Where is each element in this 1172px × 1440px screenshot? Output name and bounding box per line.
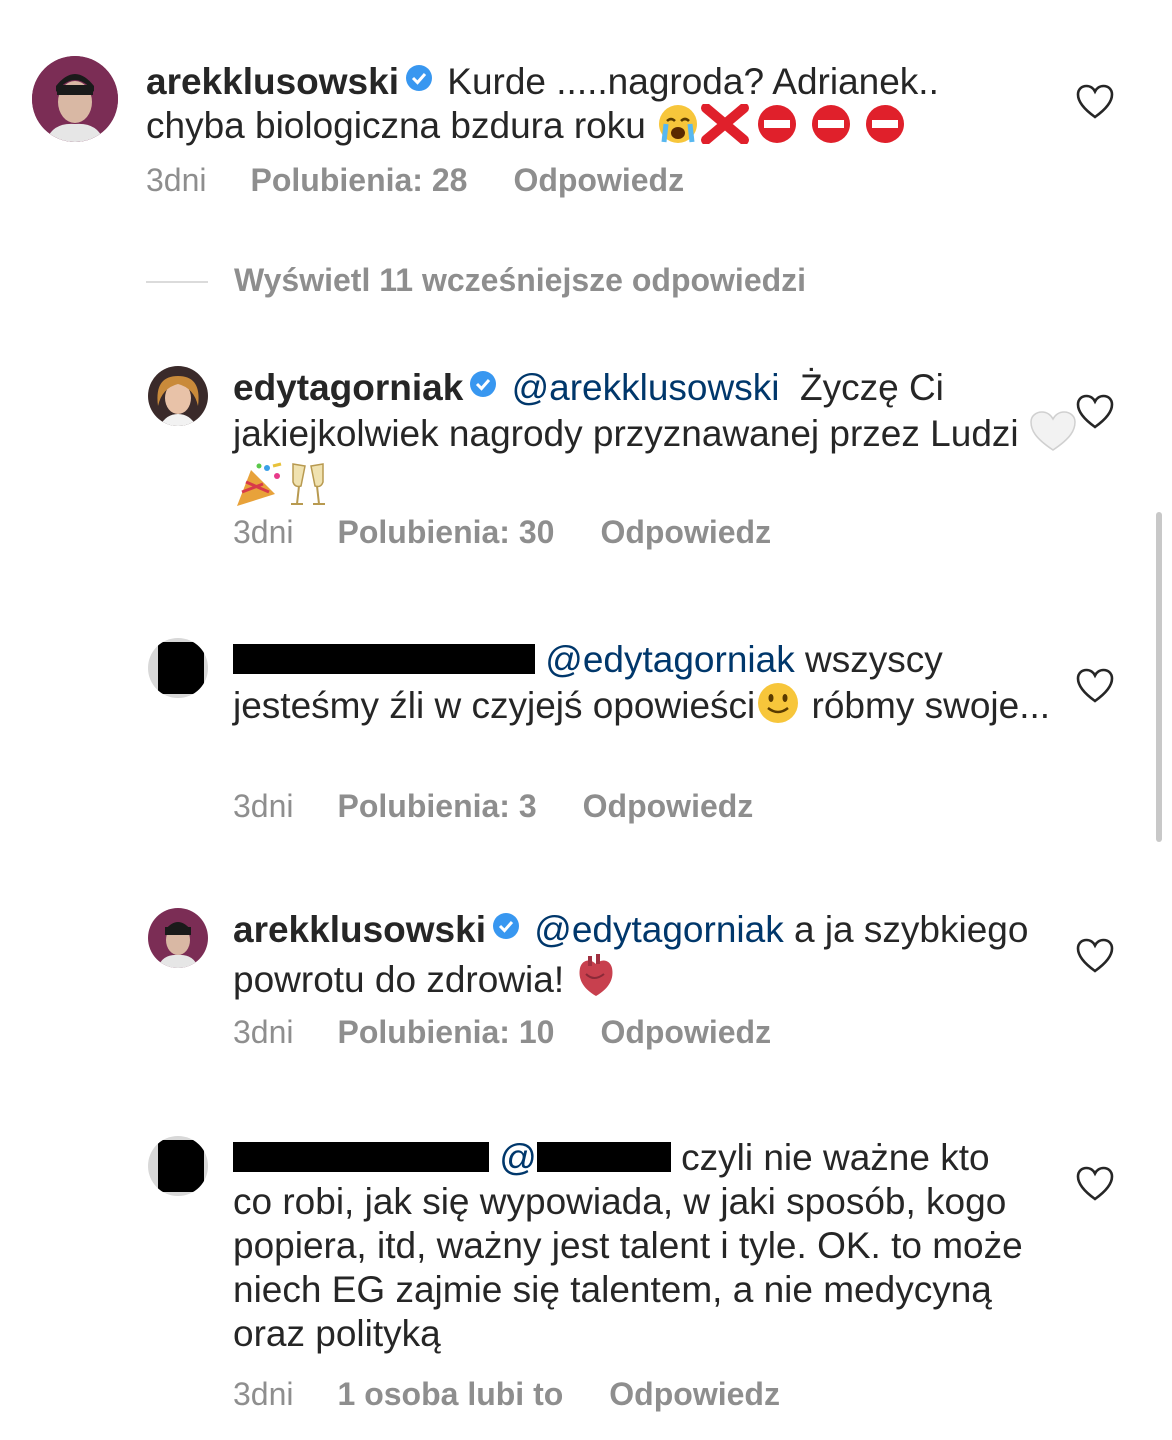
verified-badge-icon xyxy=(470,371,497,397)
verified-badge-icon xyxy=(492,913,519,939)
reply-button[interactable]: Odpowiedz xyxy=(609,1376,780,1412)
timestamp: 3dni xyxy=(233,1376,294,1412)
heart-icon[interactable] xyxy=(1076,938,1114,974)
anatomical-heart-emoji xyxy=(574,952,618,1008)
mention-prefix: @ xyxy=(499,1137,537,1178)
divider xyxy=(146,281,208,283)
timestamp: 3dni xyxy=(233,788,294,824)
slightly-smiling-face-emoji xyxy=(755,682,801,734)
comment-text: arekklusowski @edytagorniak a ja szybkie… xyxy=(233,908,1093,1008)
no-entry-emoji xyxy=(804,104,858,154)
comment-meta: 3dni Polubienia: 28 Odpowiedz xyxy=(146,162,730,199)
timestamp: 3dni xyxy=(233,1014,294,1050)
redacted-username xyxy=(233,1142,489,1172)
no-entry-emoji xyxy=(858,104,912,154)
timestamp: 3dni xyxy=(233,514,294,550)
reply-button[interactable]: Odpowiedz xyxy=(600,1014,771,1050)
comment-text: @ czyli nie ważne kto co robi, jak się w… xyxy=(233,1136,1033,1356)
heart-icon[interactable] xyxy=(1076,84,1114,120)
comment-text: @edytagorniak wszyscy jesteśmy źli w czy… xyxy=(233,638,1093,734)
comment-meta: 3dni 1 osoba lubi to Odpowiedz xyxy=(233,1376,826,1413)
reply-2: @edytagorniak wszyscy jesteśmy źli w czy… xyxy=(0,634,1172,834)
view-previous-replies-label[interactable]: Wyświetl 11 wcześniejsze odpowiedzi xyxy=(234,262,806,299)
heart-icon[interactable] xyxy=(1076,394,1114,430)
champagne-glasses-emoji xyxy=(285,462,331,518)
avatar[interactable] xyxy=(148,908,208,968)
likes-count[interactable]: 1 osoba lubi to xyxy=(338,1376,564,1412)
heart-icon[interactable] xyxy=(1076,668,1114,704)
reply-1: edytagorniak @arekklusowski Życzę Ci jak… xyxy=(0,362,1172,562)
comment-1: arekklusowski Kurde .....nagroda? Adrian… xyxy=(0,56,1172,216)
heart-icon[interactable] xyxy=(1076,1166,1114,1202)
party-popper-emoji xyxy=(233,462,285,518)
no-entry-emoji xyxy=(750,104,804,154)
avatar[interactable] xyxy=(32,56,118,142)
mention-link[interactable]: @edytagorniak xyxy=(545,639,794,680)
avatar[interactable] xyxy=(148,1136,208,1196)
crying-face-emoji xyxy=(656,104,700,154)
comment-body-continued: róbmy swoje... xyxy=(811,685,1051,726)
likes-count[interactable]: Polubienia: 3 xyxy=(338,788,537,824)
redacted-username xyxy=(233,644,535,674)
comment-meta: 3dni Polubienia: 30 Odpowiedz xyxy=(233,514,817,551)
cross-mark-emoji xyxy=(700,103,750,154)
redacted-mention xyxy=(536,1142,671,1172)
verified-badge-icon xyxy=(405,65,432,91)
comment-text: arekklusowski Kurde .....nagroda? Adrian… xyxy=(146,60,1006,154)
mention-link[interactable]: @arekklusowski xyxy=(512,367,780,408)
reply-4: @ czyli nie ważne kto co robi, jak się w… xyxy=(0,1132,1172,1422)
comment-text: edytagorniak @arekklusowski Życzę Ci jak… xyxy=(233,366,1093,518)
redaction-block xyxy=(158,642,204,694)
likes-count[interactable]: Polubienia: 28 xyxy=(251,162,468,198)
timestamp: 3dni xyxy=(146,162,207,198)
likes-count[interactable]: Polubienia: 30 xyxy=(338,514,555,550)
username[interactable]: arekklusowski xyxy=(146,61,399,102)
reply-3: arekklusowski @edytagorniak a ja szybkie… xyxy=(0,904,1172,1064)
white-heart-emoji xyxy=(1029,410,1077,462)
likes-count[interactable]: Polubienia: 10 xyxy=(338,1014,555,1050)
avatar[interactable] xyxy=(148,638,208,698)
comment-meta: 3dni Polubienia: 3 Odpowiedz xyxy=(233,788,799,825)
avatar[interactable] xyxy=(148,366,208,426)
username[interactable]: edytagorniak xyxy=(233,367,463,408)
mention-link[interactable]: @ xyxy=(499,1137,671,1178)
redaction-block xyxy=(158,1140,204,1192)
scrollbar[interactable] xyxy=(1156,512,1162,842)
mention-link[interactable]: @edytagorniak xyxy=(534,909,783,950)
reply-button[interactable]: Odpowiedz xyxy=(600,514,771,550)
reply-button[interactable]: Odpowiedz xyxy=(583,788,754,824)
username[interactable]: arekklusowski xyxy=(233,909,486,950)
reply-button[interactable]: Odpowiedz xyxy=(513,162,684,198)
comment-meta: 3dni Polubienia: 10 Odpowiedz xyxy=(233,1014,817,1051)
